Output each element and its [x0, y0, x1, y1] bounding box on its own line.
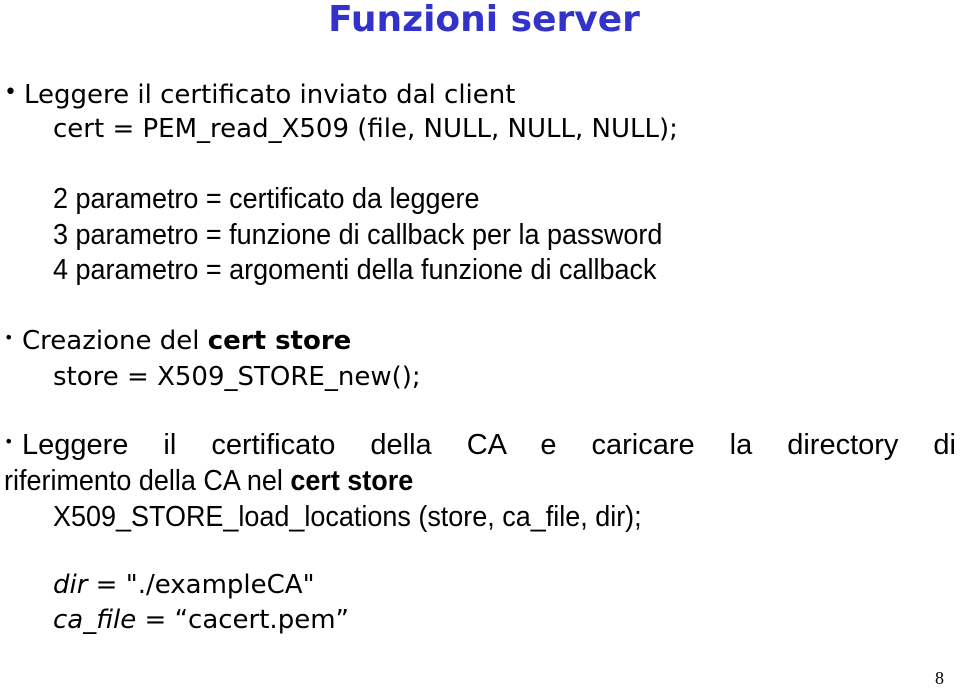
slide-title: Funzioni server: [328, 0, 640, 40]
dir-value: = "./exampleCA": [87, 570, 315, 600]
dir-assignment: dir = "./exampleCA": [53, 570, 315, 600]
param-line-2: 2 parametro = certificato da leggere: [53, 184, 512, 215]
code-text: X509_STORE_load_locations (store, ca_fil…: [53, 501, 642, 533]
cafile-assignment: ca_file = “cacert.pem”: [53, 605, 349, 635]
bullet-text: riferimento della CA nel: [4, 465, 291, 497]
bullet-bold-text: cert store: [207, 326, 352, 356]
code-pem-read: cert = PEM_read_X509 (file, NULL, NULL, …: [53, 114, 678, 144]
bullet-read-client-cert: Leggere il certificato inviato dal clien…: [24, 80, 516, 110]
bullet-load-ca-line2: riferimento della CA nel cert store: [4, 466, 444, 497]
param-2-text: 2 parametro = certificato da leggere: [53, 183, 480, 215]
code-load-locations: X509_STORE_load_locations (store, ca_fil…: [53, 502, 686, 533]
slide: Funzioni server • Leggere il certificato…: [0, 0, 960, 691]
bullet-icon: •: [4, 328, 14, 347]
bullet-line2-wrap: riferimento della CA nel cert store: [4, 466, 413, 496]
param-3-text: 3 parametro = funzione di callback per l…: [53, 219, 663, 251]
bullet-create-cert-store: Creazione del cert store: [22, 326, 351, 356]
bullet-text: Leggere il certificato della CA e carica…: [22, 429, 956, 461]
code-store-new: store = X509_STORE_new();: [53, 362, 421, 392]
param-line-3: 3 parametro = funzione di callback per l…: [53, 220, 708, 251]
dir-variable: dir: [53, 570, 88, 600]
cafile-variable: ca_file: [53, 605, 137, 635]
cafile-value: = “cacert.pem”: [136, 605, 350, 635]
param-line-4: 4 parametro = argomenti della funzione d…: [53, 255, 702, 286]
bullet-bold-text: cert store: [290, 465, 414, 497]
bullet-icon: •: [4, 80, 17, 105]
param-4-text: 4 parametro = argomenti della funzione d…: [53, 254, 657, 286]
page-number: 8: [935, 668, 944, 688]
bullet-text: Creazione del: [22, 326, 208, 356]
bullet-icon: •: [4, 432, 14, 451]
bullet-load-ca-line1: Leggere il certificato della CA e carica…: [22, 430, 956, 460]
